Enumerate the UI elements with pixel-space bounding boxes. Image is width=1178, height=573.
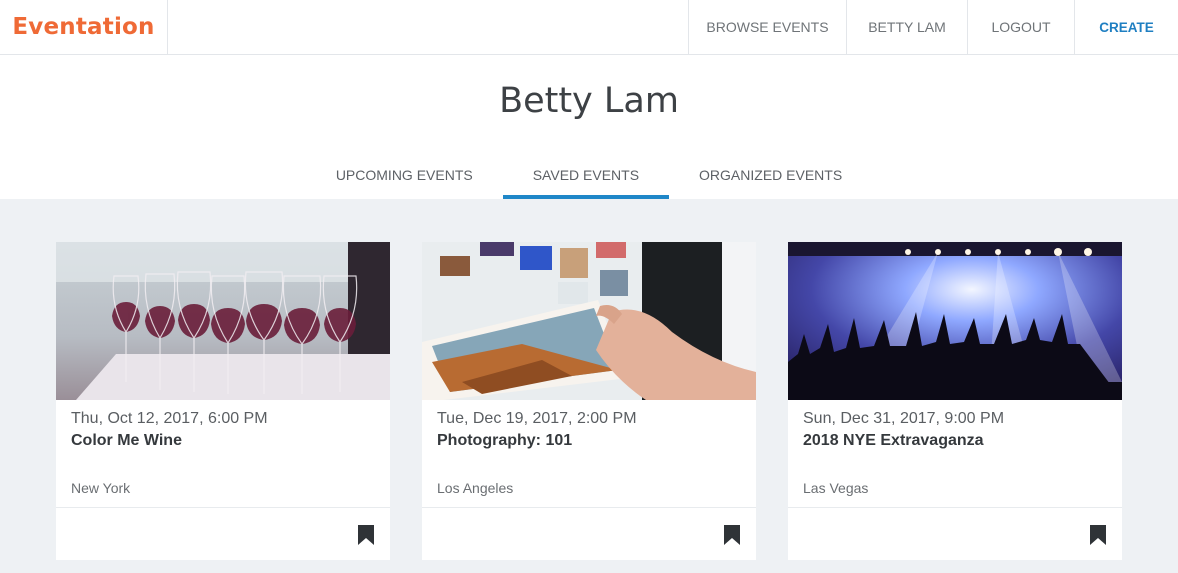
event-title[interactable]: 2018 NYE Extravaganza — [803, 430, 1107, 452]
brand-logo[interactable]: Eventation — [0, 0, 168, 54]
event-card[interactable]: Tue, Dec 19, 2017, 2:00 PM Photography: … — [422, 242, 756, 560]
profile-tabs: UPCOMING EVENTS SAVED EVENTS ORGANIZED E… — [0, 151, 1178, 199]
create-event-link[interactable]: CREATE — [1074, 0, 1178, 54]
profile-header: Betty Lam UPCOMING EVENTS SAVED EVENTS O… — [0, 55, 1178, 199]
event-title[interactable]: Photography: 101 — [437, 430, 741, 452]
event-image-wine-glasses — [56, 242, 390, 400]
event-card[interactable]: Sun, Dec 31, 2017, 9:00 PM 2018 NYE Extr… — [788, 242, 1122, 560]
event-date: Sun, Dec 31, 2017, 9:00 PM — [803, 410, 1005, 427]
event-image-concert-crowd — [788, 242, 1122, 400]
event-title[interactable]: Color Me Wine — [71, 430, 375, 452]
browse-events-link[interactable]: BROWSE EVENTS — [688, 0, 846, 54]
tab-organized-events[interactable]: ORGANIZED EVENTS — [669, 151, 872, 199]
nav-links: BROWSE EVENTS BETTY LAM LOGOUT CREATE — [688, 0, 1178, 54]
user-profile-link[interactable]: BETTY LAM — [846, 0, 967, 54]
event-date: Tue, Dec 19, 2017, 2:00 PM — [437, 410, 637, 427]
bookmark-icon[interactable] — [1089, 524, 1107, 546]
event-date: Thu, Oct 12, 2017, 6:00 PM — [71, 410, 268, 427]
event-card-body: Tue, Dec 19, 2017, 2:00 PM Photography: … — [437, 408, 741, 452]
event-card-body: Thu, Oct 12, 2017, 6:00 PM Color Me Wine — [71, 408, 375, 452]
event-card-footer — [56, 507, 390, 560]
logout-link[interactable]: LOGOUT — [967, 0, 1074, 54]
event-card-footer — [422, 507, 756, 560]
event-card-body: Sun, Dec 31, 2017, 9:00 PM 2018 NYE Extr… — [803, 408, 1107, 452]
event-card-list: Thu, Oct 12, 2017, 6:00 PM Color Me Wine… — [56, 242, 1122, 560]
event-location: Las Vegas — [803, 480, 869, 496]
event-card-footer — [788, 507, 1122, 560]
tab-saved-events[interactable]: SAVED EVENTS — [502, 151, 670, 199]
bookmark-icon[interactable] — [357, 524, 375, 546]
event-location: New York — [71, 480, 131, 496]
bookmark-icon[interactable] — [723, 524, 741, 546]
event-card[interactable]: Thu, Oct 12, 2017, 6:00 PM Color Me Wine… — [56, 242, 390, 560]
top-navbar: Eventation BROWSE EVENTS BETTY LAM LOGOU… — [0, 0, 1178, 55]
tab-upcoming-events[interactable]: UPCOMING EVENTS — [306, 151, 503, 199]
event-location: Los Angeles — [437, 480, 514, 496]
event-image-photo-print — [422, 242, 756, 400]
profile-name: Betty Lam — [499, 81, 679, 121]
